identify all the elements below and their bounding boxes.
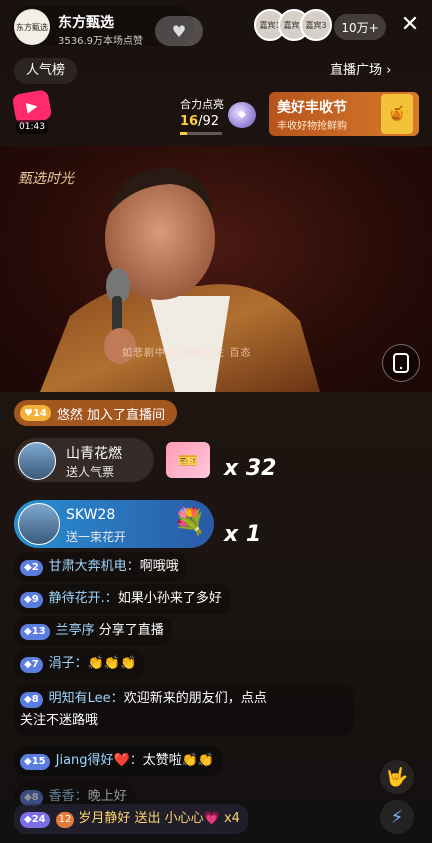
chat-message[interactable]: ◆ 24 12 岁月静好 送出 小心心💗 x4 [14, 804, 248, 834]
chat-text: 👏👏👏 [87, 656, 137, 671]
flash-button[interactable]: ⚡ [380, 800, 414, 834]
chat-message[interactable]: ◆ 9 静待花开.：如果小孙来了多好 [14, 584, 230, 614]
fan-badge: 12 [55, 812, 75, 828]
honey-jar-icon: 🍯 [381, 94, 413, 134]
chat-username[interactable]: 涓子： [49, 656, 88, 671]
host-like-count: 3536.9万本场点赞 [58, 36, 143, 47]
rotate-screen-button[interactable] [382, 344, 420, 382]
chat-message[interactable]: ◆ 7 涓子：👏👏👏 [14, 649, 145, 679]
cooperate-progress: 16/92 [180, 114, 220, 129]
live-plaza-button[interactable]: 直播广场 › [330, 58, 391, 84]
chat-message[interactable]: ◆ 13 兰亭序 分享了直播 [14, 616, 172, 646]
avatar[interactable] [18, 503, 60, 545]
level-badge: ◆ 7 [20, 657, 43, 673]
gift-count: x 32 [224, 456, 277, 481]
gem-icon: ◆ [228, 102, 256, 128]
top-bar: 东方甄选 东方甄选 3536.9万本场点赞 ♥ 嘉宾1 嘉宾2 嘉宾3 10万+… [0, 0, 432, 56]
join-user: 悠然 [56, 407, 83, 423]
join-text: 加入了直播间 [87, 407, 166, 423]
chat-username[interactable]: Jiang得好❤️： [56, 753, 143, 768]
gift-description: 送一束花开 [66, 530, 127, 544]
cooperate-light-widget[interactable]: 合力点亮 16/92 ◆ [180, 94, 260, 135]
ticket-gift-icon: 🎫 [166, 442, 210, 478]
level-badge: ◆ 9 [20, 592, 43, 608]
chat-username[interactable]: 明知有Lee： [49, 691, 124, 706]
close-icon: ✕ [400, 12, 420, 37]
level-badge: ♥ 14 [20, 405, 51, 421]
chat-message[interactable]: ◆ 15 Jiang得好❤️：太赞啦👏👏 [14, 746, 223, 776]
host-info-pill[interactable]: 东方甄选 东方甄选 3536.9万本场点赞 ♥ [10, 6, 203, 47]
popularity-rank-button[interactable]: 人气榜 [14, 58, 78, 84]
level-badge: ◆ 15 [20, 754, 50, 770]
gift-sender-name: 山青花燃 [66, 446, 122, 462]
video-logo: 甄选时光 [18, 171, 74, 187]
chat-text: 送出 小心心💗 x4 [134, 811, 240, 826]
host-avatar[interactable]: 东方甄选 [14, 9, 50, 45]
chat-username[interactable]: 兰亭序 [56, 623, 95, 638]
chat-text: 太赞啦👏👏 [142, 753, 215, 768]
chat-text: 欢迎新来的朋友们，点点 [123, 691, 267, 706]
chat-username[interactable]: 香香： [49, 789, 88, 804]
hand-gesture-icon: 🤟 [385, 766, 409, 788]
avatar[interactable] [18, 442, 56, 480]
gift-sender-name: SKW28 [66, 507, 116, 523]
chat-text: 分享了直播 [98, 623, 164, 638]
cooperate-label: 合力点亮 [180, 98, 224, 111]
promo-title: 美好丰收节 [277, 100, 347, 116]
bouquet-gift-icon: 💐 [173, 507, 207, 537]
level-badge: ◆ 13 [20, 624, 50, 640]
chat-text: 关注不迷路哦 [20, 713, 99, 728]
viewer-count-button[interactable]: 10万+ [334, 14, 386, 40]
video-lyric: 如悲剧中的 演绎人生 百态 [122, 348, 252, 359]
join-banner: ♥ 14 悠然 加入了直播间 [14, 400, 178, 426]
phone-rotate-icon [393, 353, 409, 373]
chat-text: 啊哦哦 [139, 559, 179, 574]
level-badge: ◆ 8 [20, 692, 43, 708]
host-name: 东方甄选 [58, 15, 114, 31]
heart-icon: ♥ [171, 21, 187, 41]
cooperate-progress-bar [180, 132, 222, 135]
gift-description: 送人气票 [66, 465, 115, 479]
chat-message[interactable]: ◆ 2 甘肃大奔机电：啊哦哦 [14, 552, 187, 582]
lightning-icon: ⚡ [390, 806, 404, 828]
chat-username[interactable]: 静待花开.： [49, 591, 118, 606]
chat-message[interactable]: ◆ 8 明知有Lee：欢迎新来的朋友们，点点 关注不迷路哦 [14, 684, 354, 736]
harvest-festival-banner[interactable]: 美好丰收节 丰收好物抢鲜购 🍯 [269, 92, 419, 136]
viewer-avatar[interactable]: 嘉宾3 [300, 9, 332, 41]
red-packet-widget[interactable]: ▶ 01:43 [11, 89, 53, 134]
gesture-button[interactable]: 🤟 [380, 760, 414, 794]
chat-username[interactable]: 岁月静好 [78, 811, 130, 826]
chat-username[interactable]: 甘肃大奔机电： [49, 559, 140, 574]
promo-subtitle: 丰收好物抢鲜购 [277, 121, 347, 132]
close-button[interactable]: ✕ [396, 10, 424, 40]
red-packet-timer: 01:43 [16, 120, 48, 134]
gift-count: x 1 [224, 522, 262, 547]
follow-button[interactable]: ♥ [155, 16, 203, 46]
gift-notification: 山青花燃 送人气票 [14, 438, 154, 482]
level-badge: ◆ 24 [20, 812, 50, 828]
level-badge: ◆ 2 [20, 560, 43, 576]
live-video[interactable]: 甄选时光 如悲剧中的 演绎人生 百态 [0, 146, 432, 392]
chat-text: 如果小孙来了多好 [117, 591, 222, 606]
chat-text: 晚上好 [87, 789, 127, 804]
